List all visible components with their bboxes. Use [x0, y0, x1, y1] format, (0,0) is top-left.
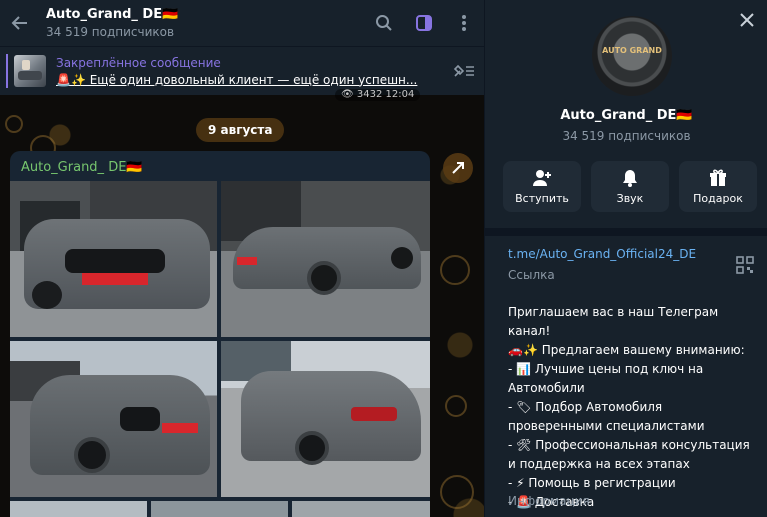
- channel-link[interactable]: t.me/Auto_Grand_Official24_DE: [508, 247, 696, 261]
- close-icon[interactable]: [735, 8, 759, 32]
- pinned-title: Закреплённое сообщение: [56, 55, 221, 70]
- pinned-message-bar[interactable]: Закреплённое сообщение 🚨✨ Ещё один довол…: [0, 46, 484, 95]
- post-photo[interactable]: [221, 181, 430, 337]
- channel-post[interactable]: Auto_Grand_ DE🇩🇪: [10, 151, 430, 517]
- channel-description: Приглашаем вас в наш Телеграм канал! 🚗✨ …: [508, 303, 764, 512]
- post-photo[interactable]: [10, 181, 217, 337]
- pinned-thumbnail: [14, 55, 46, 87]
- sound-button[interactable]: Звук: [591, 161, 669, 212]
- channel-avatar[interactable]: AUTO GRAND: [592, 16, 672, 96]
- date-separator: 9 августа: [196, 118, 285, 142]
- bell-icon: [623, 169, 637, 187]
- post-author[interactable]: Auto_Grand_ DE🇩🇪: [21, 160, 143, 175]
- description-line: и поддержка на всех этапах: [508, 457, 690, 471]
- gift-button[interactable]: Подарок: [679, 161, 757, 212]
- forward-icon[interactable]: [443, 153, 473, 183]
- post-photo[interactable]: [151, 501, 288, 517]
- description-line: - ⚡ Помощь в регистрации: [508, 476, 676, 490]
- description-line: - 🛠 Профессиональная консультация: [508, 438, 750, 452]
- description-line: проверенными специалистами: [508, 419, 705, 433]
- description-line: - 🏷 Подбор Автомобиля: [508, 400, 663, 414]
- pinned-text: 🚨✨ Ещё один довольный клиент — ещё один …: [56, 72, 418, 87]
- join-label: Вступить: [515, 191, 569, 205]
- section-divider: [485, 228, 767, 236]
- chat-title-block[interactable]: Auto_Grand_ DE🇩🇪 34 519 подписчиков: [40, 7, 364, 39]
- chat-area: Auto_Grand_ DE🇩🇪 34 519 подписчиков Закр…: [0, 0, 484, 517]
- description-line: 🚗✨ Предлагаем вашему вниманию:: [508, 343, 745, 357]
- channel-info-panel: AUTO GRAND Auto_Grand_ DE🇩🇪 34 519 подпи…: [484, 0, 767, 517]
- description-line: Автомобили: [508, 381, 585, 395]
- qr-code-icon[interactable]: [736, 256, 754, 274]
- join-button[interactable]: Вступить: [503, 161, 581, 212]
- chat-title: Auto_Grand_ DE🇩🇪: [46, 7, 179, 22]
- chat-subscribers: 34 519 подписчиков: [46, 25, 175, 39]
- sound-label: Звук: [616, 191, 644, 205]
- post-photo[interactable]: [10, 501, 147, 517]
- description-line: Приглашаем вас в наш Телеграм канал!: [508, 305, 719, 338]
- description-line: - 📊 Лучшие цены под ключ на: [508, 362, 704, 376]
- avatar-logo-text: AUTO GRAND: [602, 46, 662, 55]
- sidebar-toggle-icon[interactable]: [404, 0, 444, 46]
- channel-subscribers: 34 519 подписчиков: [562, 129, 691, 143]
- gift-label: Подарок: [693, 191, 743, 205]
- add-user-icon: [533, 169, 551, 186]
- channel-name: Auto_Grand_ DE🇩🇪: [560, 108, 693, 123]
- description-caption: Информация: [508, 494, 590, 508]
- chat-header: Auto_Grand_ DE🇩🇪 34 519 подписчиков: [0, 0, 484, 46]
- gift-icon: [710, 169, 726, 186]
- more-vertical-icon[interactable]: [444, 0, 484, 46]
- post-photo[interactable]: [10, 341, 217, 497]
- unpin-icon[interactable]: [444, 47, 484, 96]
- post-photo[interactable]: [292, 501, 430, 517]
- post-photo[interactable]: [221, 341, 430, 497]
- pinned-indicator: [6, 54, 8, 88]
- search-icon[interactable]: [364, 0, 404, 46]
- previous-message-meta: 👁 3432 12:04: [335, 89, 421, 101]
- link-caption: Ссылка: [508, 268, 555, 282]
- back-arrow-icon[interactable]: [0, 0, 40, 46]
